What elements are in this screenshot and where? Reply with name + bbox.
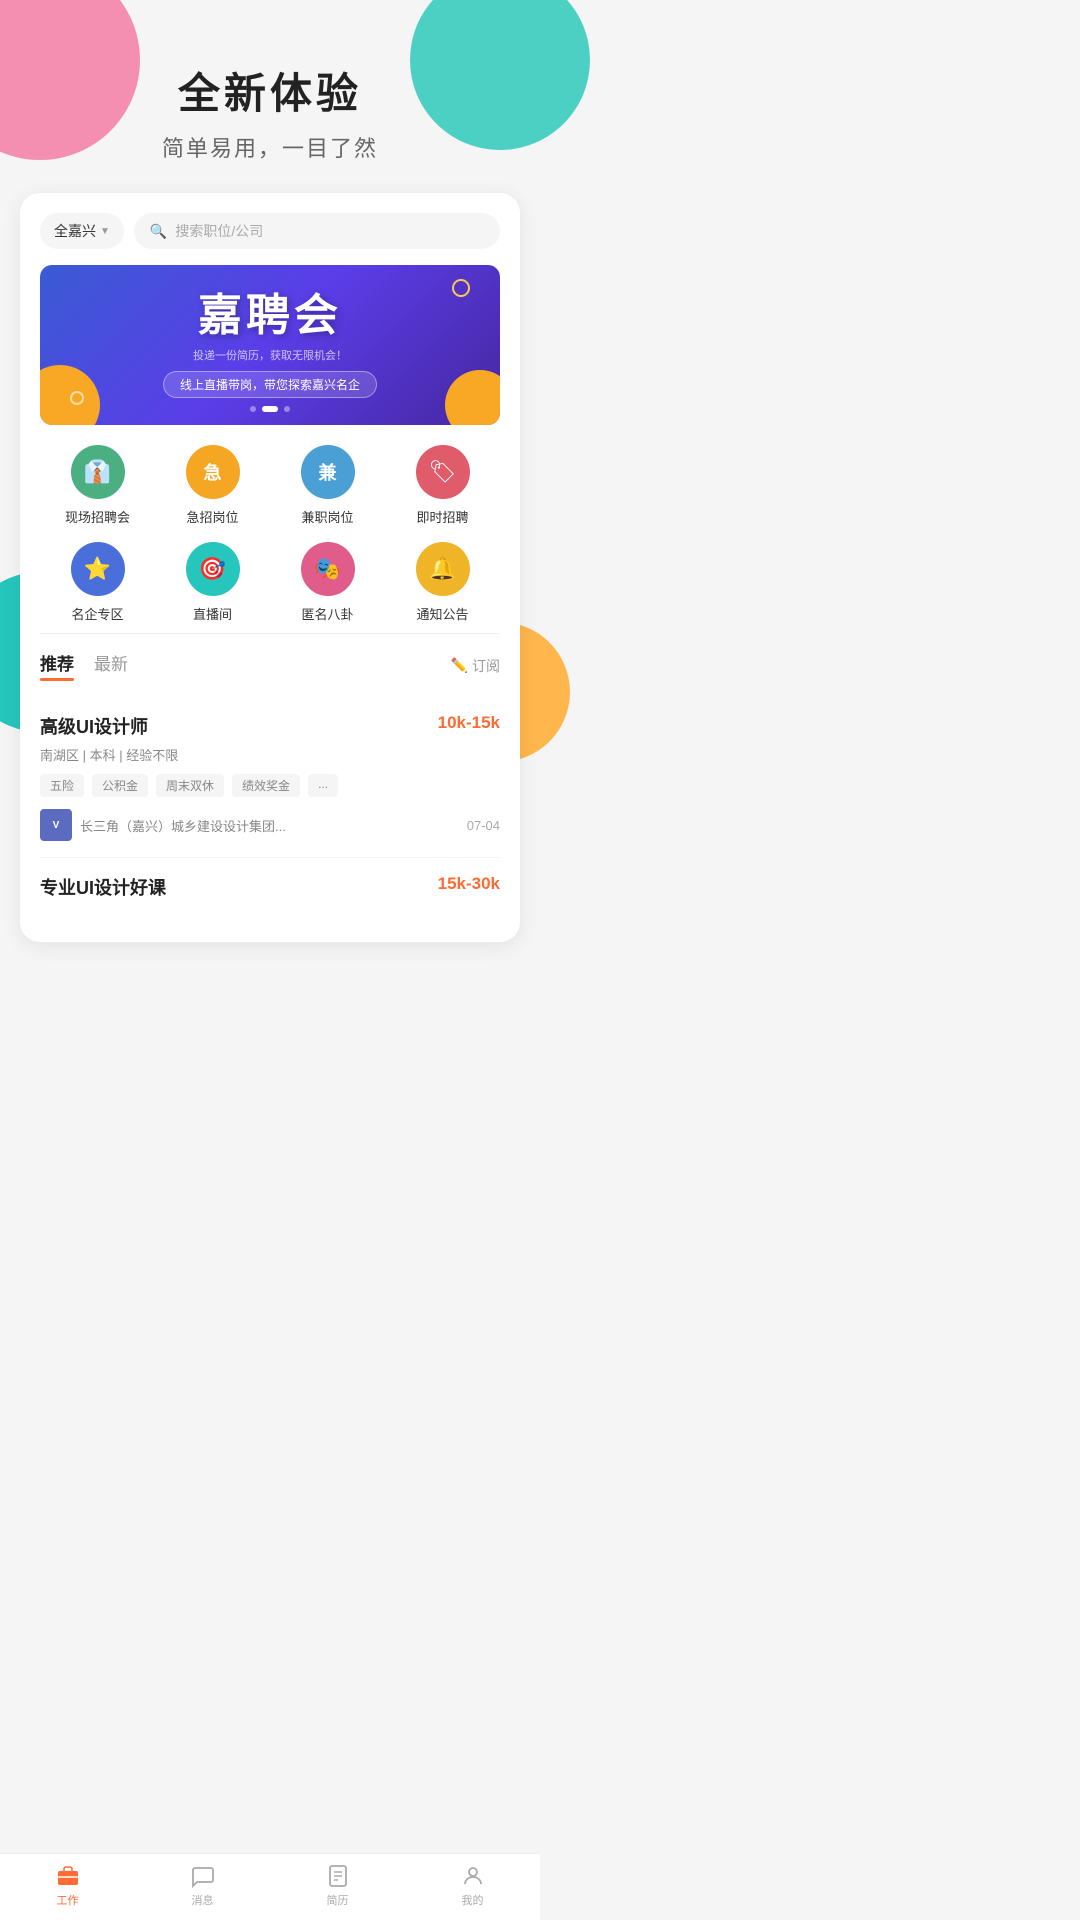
job-title-1: 高级UI设计师 <box>40 713 148 739</box>
tabs-header: 推荐 最新 ✏️ 订阅 <box>40 650 500 681</box>
company-name-1: 长三角（嘉兴）城乡建设设计集团... <box>80 816 286 835</box>
icon-label-live: 直播间 <box>193 604 232 623</box>
search-icon: 🔍 <box>150 223 167 240</box>
company-avatar-inner-1: V <box>40 809 72 841</box>
message-icon <box>191 1864 215 1888</box>
job-card-2[interactable]: 专业UI设计好课 15k-30k <box>40 858 500 922</box>
icon-label-on-site: 现场招聘会 <box>65 507 130 526</box>
job-tag-gjj: 公积金 <box>92 774 148 797</box>
icon-circle-enterprise: ⭐ <box>71 542 125 596</box>
banner-dots <box>250 406 290 412</box>
icon-item-live[interactable]: 🎯 直播间 <box>155 542 270 623</box>
icon-item-instant[interactable]: 🏷 即时招聘 <box>385 445 500 526</box>
job-tag-more: ... <box>308 774 338 797</box>
nav-label-profile: 我的 <box>462 1892 484 1908</box>
banner-title: 嘉聘会 <box>198 279 342 343</box>
icon-item-enterprise[interactable]: ⭐ 名企专区 <box>40 542 155 623</box>
search-input-area[interactable]: 🔍 搜索职位/公司 <box>134 213 500 249</box>
main-card: 全嘉兴 ▼ 🔍 搜索职位/公司 嘉聘会 投递一份简历，获取无限机会！ 线上直播带… <box>20 193 520 942</box>
company-avatar-1: V <box>40 809 72 841</box>
icon-label-gossip: 匿名八卦 <box>301 604 353 623</box>
icon-grid: 👔 现场招聘会 急 急招岗位 兼 兼职岗位 🏷 即时招聘 ⭐ 名企专区 🎯 直播… <box>40 445 500 623</box>
hero-title: 全新体验 <box>20 60 520 121</box>
icon-circle-urgent: 急 <box>186 445 240 499</box>
nav-label-message: 消息 <box>192 1892 214 1908</box>
subscribe-edit-icon: ✏️ <box>451 657 468 674</box>
location-arrow-icon: ▼ <box>100 226 110 237</box>
icon-label-parttime: 兼职岗位 <box>301 507 353 526</box>
nav-item-resume[interactable]: 简历 <box>270 1854 405 1920</box>
job-card-1[interactable]: 高级UI设计师 10k-15k 南湖区 | 本科 | 经验不限 五险 公积金 周… <box>40 697 500 858</box>
briefcase-icon <box>56 1864 80 1888</box>
banner-subtitle: 投递一份简历，获取无限机会！ <box>193 347 347 363</box>
job-salary-1: 10k-15k <box>438 713 500 733</box>
icon-label-enterprise: 名企专区 <box>71 604 123 623</box>
job-header-1: 高级UI设计师 10k-15k <box>40 713 500 739</box>
icon-item-on-site[interactable]: 👔 现场招聘会 <box>40 445 155 526</box>
banner-tagline: 线上直播带岗，带您探索嘉兴名企 <box>163 371 377 398</box>
banner-dot-2 <box>262 406 278 412</box>
job-tag-wuxian: 五险 <box>40 774 84 797</box>
location-text: 全嘉兴 <box>54 221 96 241</box>
icon-label-urgent: 急招岗位 <box>186 507 238 526</box>
job-header-2: 专业UI设计好课 15k-30k <box>40 874 500 900</box>
job-title-2: 专业UI设计好课 <box>40 874 166 900</box>
hero-subtitle: 简单易用，一目了然 <box>20 131 520 163</box>
tab-subscribe[interactable]: ✏️ 订阅 <box>451 656 500 676</box>
nav-item-profile[interactable]: 我的 <box>405 1854 540 1920</box>
nav-label-work: 工作 <box>57 1892 79 1908</box>
job-meta-1: 南湖区 | 本科 | 经验不限 <box>40 745 500 764</box>
icon-item-notice[interactable]: 🔔 通知公告 <box>385 542 500 623</box>
company-info-1: V 长三角（嘉兴）城乡建设设计集团... <box>40 809 286 841</box>
job-tags-1: 五险 公积金 周末双休 绩效奖金 ... <box>40 774 500 797</box>
nav-item-work[interactable]: 工作 <box>0 1854 135 1920</box>
company-row-1: V 长三角（嘉兴）城乡建设设计集团... 07-04 <box>40 809 500 841</box>
banner[interactable]: 嘉聘会 投递一份简历，获取无限机会！ 线上直播带岗，带您探索嘉兴名企 <box>40 265 500 425</box>
banner-circle-bottom <box>70 391 84 405</box>
tabs-section: 推荐 最新 ✏️ 订阅 高级UI设计师 10k-15k 南湖区 | 本科 | 经… <box>40 633 500 922</box>
banner-dot-1 <box>250 406 256 412</box>
nav-label-resume: 简历 <box>327 1892 349 1908</box>
job-tag-bonus: 绩效奖金 <box>232 774 300 797</box>
icon-item-urgent[interactable]: 急 急招岗位 <box>155 445 270 526</box>
location-selector[interactable]: 全嘉兴 ▼ <box>40 213 124 249</box>
icon-circle-instant: 🏷 <box>416 445 470 499</box>
icon-label-notice: 通知公告 <box>416 604 468 623</box>
icon-circle-live: 🎯 <box>186 542 240 596</box>
icon-item-parttime[interactable]: 兼 兼职岗位 <box>270 445 385 526</box>
profile-icon <box>461 1864 485 1888</box>
bottom-nav: 工作 消息 简历 我的 <box>0 1853 540 1920</box>
tab-recommended[interactable]: 推荐 <box>40 650 74 681</box>
banner-circle-top <box>452 279 470 297</box>
job-salary-2: 15k-30k <box>438 874 500 894</box>
search-placeholder-text: 搜索职位/公司 <box>175 221 263 241</box>
icon-label-instant: 即时招聘 <box>416 507 468 526</box>
tab-latest[interactable]: 最新 <box>94 650 128 681</box>
hero-section: 全新体验 简单易用，一目了然 <box>0 0 540 193</box>
icon-item-gossip[interactable]: 🎭 匿名八卦 <box>270 542 385 623</box>
job-tag-weekend: 周末双休 <box>156 774 224 797</box>
search-bar: 全嘉兴 ▼ 🔍 搜索职位/公司 <box>40 213 500 249</box>
subscribe-label: 订阅 <box>472 656 500 676</box>
resume-icon <box>326 1864 350 1888</box>
icon-circle-gossip: 🎭 <box>301 542 355 596</box>
page-spacer <box>0 942 540 1012</box>
icon-circle-parttime: 兼 <box>301 445 355 499</box>
post-date-1: 07-04 <box>467 818 500 833</box>
icon-circle-on-site: 👔 <box>71 445 125 499</box>
banner-deco-right <box>445 370 500 425</box>
icon-circle-notice: 🔔 <box>416 542 470 596</box>
banner-dot-3 <box>284 406 290 412</box>
nav-item-message[interactable]: 消息 <box>135 1854 270 1920</box>
